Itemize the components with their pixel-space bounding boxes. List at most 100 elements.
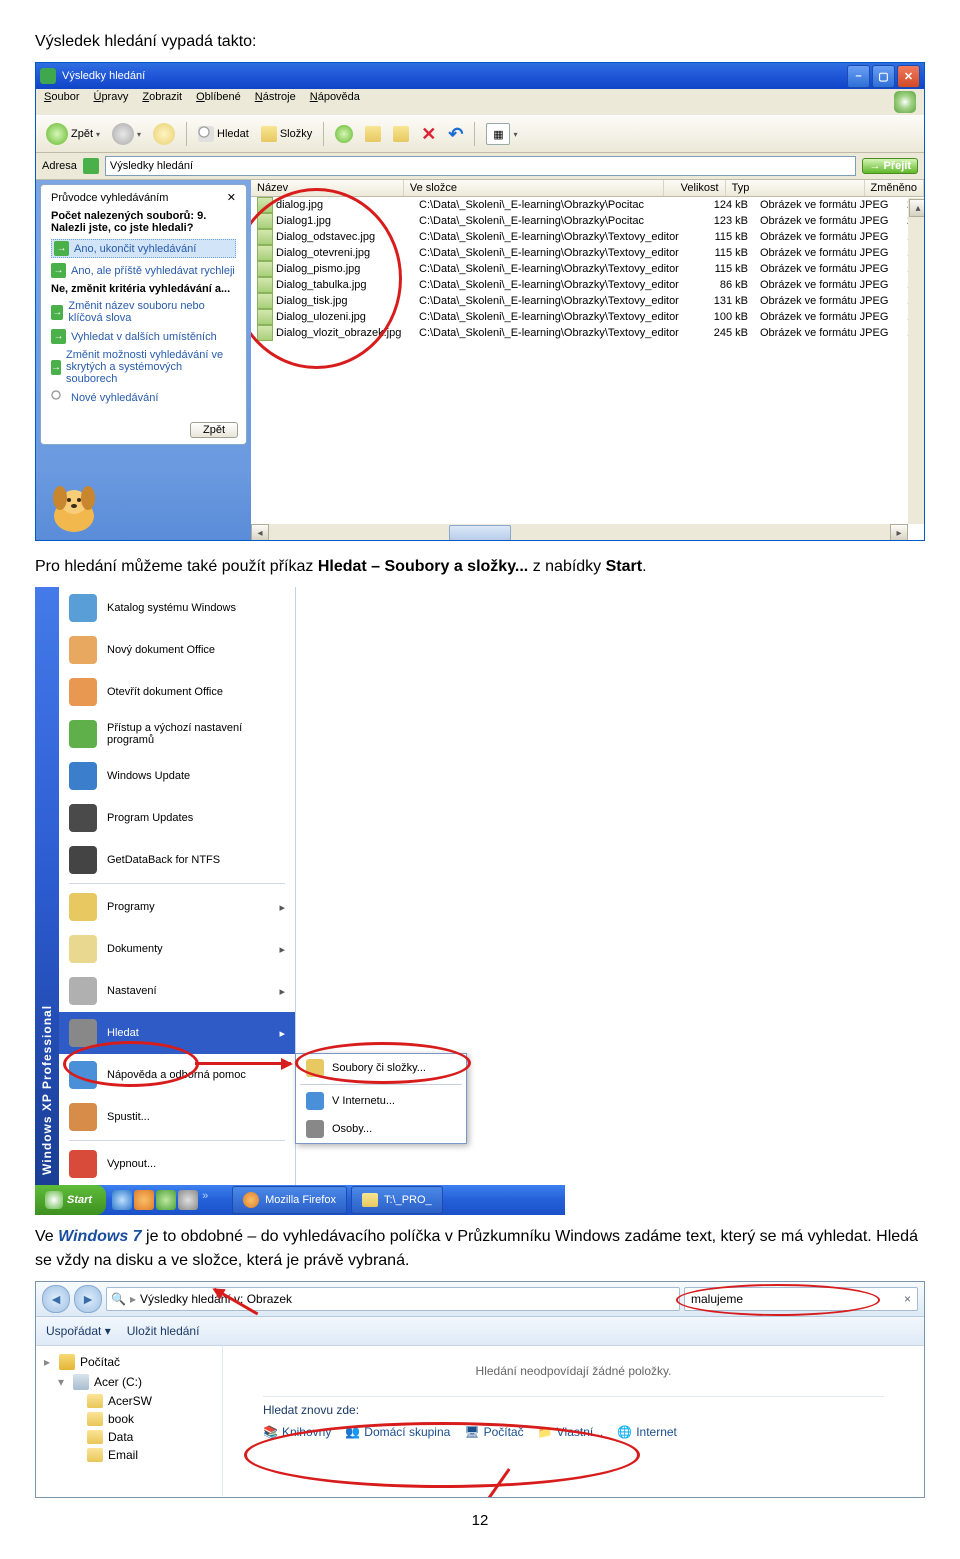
submenu-item[interactable]: Soubory či složky...	[296, 1054, 466, 1082]
search-button[interactable]: Hledat	[194, 124, 253, 144]
start-button[interactable]: Start	[35, 1185, 106, 1215]
menu-item[interactable]: Zobrazit	[142, 91, 182, 113]
desktop-icon[interactable]	[178, 1190, 198, 1210]
taskbar-task-firefox[interactable]: Mozilla Firefox	[232, 1186, 347, 1214]
up-button[interactable]	[149, 121, 179, 147]
wizard-link-new-search[interactable]: Nové vyhledávání	[51, 390, 236, 405]
file-icon	[257, 229, 273, 245]
search-again-link[interactable]: 🌐Internet	[617, 1425, 677, 1439]
wizard-back-button[interactable]: Zpět	[190, 422, 238, 438]
tree-item[interactable]: ▾Acer (C:)	[44, 1372, 214, 1392]
taskbar-task-folder[interactable]: T:\_PRO_	[351, 1186, 443, 1214]
close-button[interactable]: ✕	[897, 65, 920, 88]
vertical-scrollbar[interactable]: ▴	[908, 198, 924, 524]
wizard-link-faster[interactable]: →Ano, ale příště vyhledávat rychleji	[51, 263, 236, 278]
start-menu-item[interactable]: Windows Update	[59, 755, 295, 797]
start-menu-item[interactable]: Katalog systému Windows	[59, 587, 295, 629]
wizard-link-end[interactable]: →Ano, ukončit vyhledávání	[51, 239, 236, 258]
menu-item[interactable]: Soubor	[44, 91, 79, 113]
search-again-link[interactable]: 📚Knihovny	[263, 1425, 331, 1439]
file-row[interactable]: Dialog_ulozeni.jpgC:\Data\_Skoleni\_E-le…	[251, 309, 924, 325]
go-button[interactable]: → Přejít	[862, 158, 918, 174]
forward-button[interactable]: ▾	[108, 121, 145, 147]
file-row[interactable]: Dialog1.jpgC:\Data\_Skoleni\_E-learning\…	[251, 213, 924, 229]
menu-item[interactable]: Nástroje	[255, 91, 296, 113]
path-bar[interactable]: 🔍 ▸ Výsledky hledání v: Obrazek	[106, 1287, 680, 1311]
start-menu-item[interactable]: Programy▸	[59, 886, 295, 928]
start-menu-item[interactable]: Nastavení▸	[59, 970, 295, 1012]
tree-item[interactable]: ▸Počítač	[44, 1352, 214, 1372]
search-dog-icon	[46, 474, 102, 534]
wizard-found-text: Počet nalezených souborů: 9. Nalezli jst…	[51, 210, 236, 234]
file-row[interactable]: Dialog_otevreni.jpgC:\Data\_Skoleni\_E-l…	[251, 245, 924, 261]
submenu-item[interactable]: V Internetu...	[296, 1087, 466, 1115]
start-menu-item[interactable]: Vypnout...	[59, 1143, 295, 1185]
start-menu-item[interactable]: Nápověda a odborná pomoc	[59, 1054, 295, 1096]
firefox-icon[interactable]	[134, 1190, 154, 1210]
nav-bar: ◄ ► 🔍 ▸ Výsledky hledání v: Obrazek malu…	[36, 1282, 924, 1317]
submenu-item[interactable]: Osoby...	[296, 1115, 466, 1143]
start-menu-column: Katalog systému WindowsNový dokument Off…	[59, 587, 296, 1185]
start-menu-item[interactable]: Dokumenty▸	[59, 928, 295, 970]
file-row[interactable]: Dialog_pismo.jpgC:\Data\_Skoleni\_E-lear…	[251, 261, 924, 277]
start-menu-item[interactable]: Otevřít dokument Office	[59, 671, 295, 713]
menu-item[interactable]: Nápověda	[310, 91, 360, 113]
start-menu-item[interactable]: Hledat▸	[59, 1012, 295, 1054]
search-again-link[interactable]: 👥Domácí skupina	[345, 1425, 450, 1439]
horizontal-scrollbar[interactable]: ◂▸	[251, 524, 908, 540]
clear-search-icon[interactable]: ×	[904, 1292, 911, 1306]
header-name[interactable]: Název	[251, 180, 404, 196]
window-title: Výsledky hledání	[62, 70, 145, 82]
address-input[interactable]	[105, 156, 857, 176]
window-icon	[40, 68, 56, 84]
wizard-link-change-name[interactable]: →Změnit název souboru nebo klíčová slova	[51, 300, 236, 324]
file-row[interactable]: Dialog_tabulka.jpgC:\Data\_Skoleni\_E-le…	[251, 277, 924, 293]
search-again-link[interactable]: 📁Vlastní...	[538, 1425, 604, 1439]
back-button[interactable]: Zpět▾	[42, 121, 104, 147]
header-modified[interactable]: Změněno	[865, 180, 924, 196]
start-menu-item[interactable]: GetDataBack for NTFS	[59, 839, 295, 881]
maximize-button[interactable]: ▢	[872, 65, 895, 88]
file-row[interactable]: Dialog_vlozit_obrazek.jpgC:\Data\_Skolen…	[251, 325, 924, 341]
copy-button[interactable]	[361, 124, 385, 144]
start-menu-item[interactable]: Program Updates	[59, 797, 295, 839]
undo-button[interactable]: ↶	[444, 122, 467, 147]
chevron-icon[interactable]: »	[200, 1190, 224, 1210]
tree-item[interactable]: AcerSW	[44, 1392, 214, 1410]
arrow-icon: →	[51, 305, 63, 320]
organize-button[interactable]: Uspořádat ▾	[46, 1324, 111, 1338]
wizard-close-button[interactable]: ✕	[227, 191, 236, 204]
forward-button[interactable]: ►	[74, 1285, 102, 1313]
menu-item[interactable]: Oblíbené	[196, 91, 241, 113]
file-row[interactable]: Dialog_odstavec.jpgC:\Data\_Skoleni\_E-l…	[251, 229, 924, 245]
folder-tree: ▸Počítač▾Acer (C:)AcerSWbookDataEmail	[36, 1346, 223, 1496]
tree-item[interactable]: Email	[44, 1446, 214, 1464]
search-input[interactable]: malujeme ×	[684, 1287, 918, 1311]
start-menu-item[interactable]: Spustit...	[59, 1096, 295, 1138]
search-again-link[interactable]: 🖥Počítač	[464, 1425, 523, 1439]
delete-button[interactable]: ✕	[417, 122, 440, 147]
back-button[interactable]: ◄	[42, 1285, 70, 1313]
file-row[interactable]: Dialog_tisk.jpgC:\Data\_Skoleni\_E-learn…	[251, 293, 924, 309]
tree-item[interactable]: book	[44, 1410, 214, 1428]
move-button[interactable]	[389, 124, 413, 144]
save-search-button[interactable]: Uložit hledání	[127, 1324, 200, 1338]
sync-button[interactable]	[331, 123, 357, 145]
search-submenu: Soubory či složky... V Internetu...Osoby.…	[295, 1053, 467, 1144]
media-icon[interactable]	[156, 1190, 176, 1210]
ie-icon[interactable]	[112, 1190, 132, 1210]
file-row[interactable]: dialog.jpgC:\Data\_Skoleni\_E-learning\O…	[251, 197, 924, 213]
start-menu-item[interactable]: Nový dokument Office	[59, 629, 295, 671]
header-type[interactable]: Typ	[726, 180, 865, 196]
wizard-link-hidden[interactable]: →Změnit možnosti vyhledávání ve skrytých…	[51, 349, 236, 385]
folders-icon	[261, 126, 277, 142]
tree-item[interactable]: Data	[44, 1428, 214, 1446]
minimize-button[interactable]: –	[847, 65, 870, 88]
wizard-link-other-loc[interactable]: →Vyhledat v dalších umístěních	[51, 329, 236, 344]
folders-button[interactable]: Složky	[257, 124, 316, 144]
views-button[interactable]: ▦▾	[482, 121, 521, 147]
header-size[interactable]: Velikost	[664, 180, 726, 196]
start-menu-item[interactable]: Přístup a výchozí nastavení programů	[59, 713, 295, 755]
menu-item[interactable]: Úpravy	[93, 91, 128, 113]
header-folder[interactable]: Ve složce	[404, 180, 664, 196]
